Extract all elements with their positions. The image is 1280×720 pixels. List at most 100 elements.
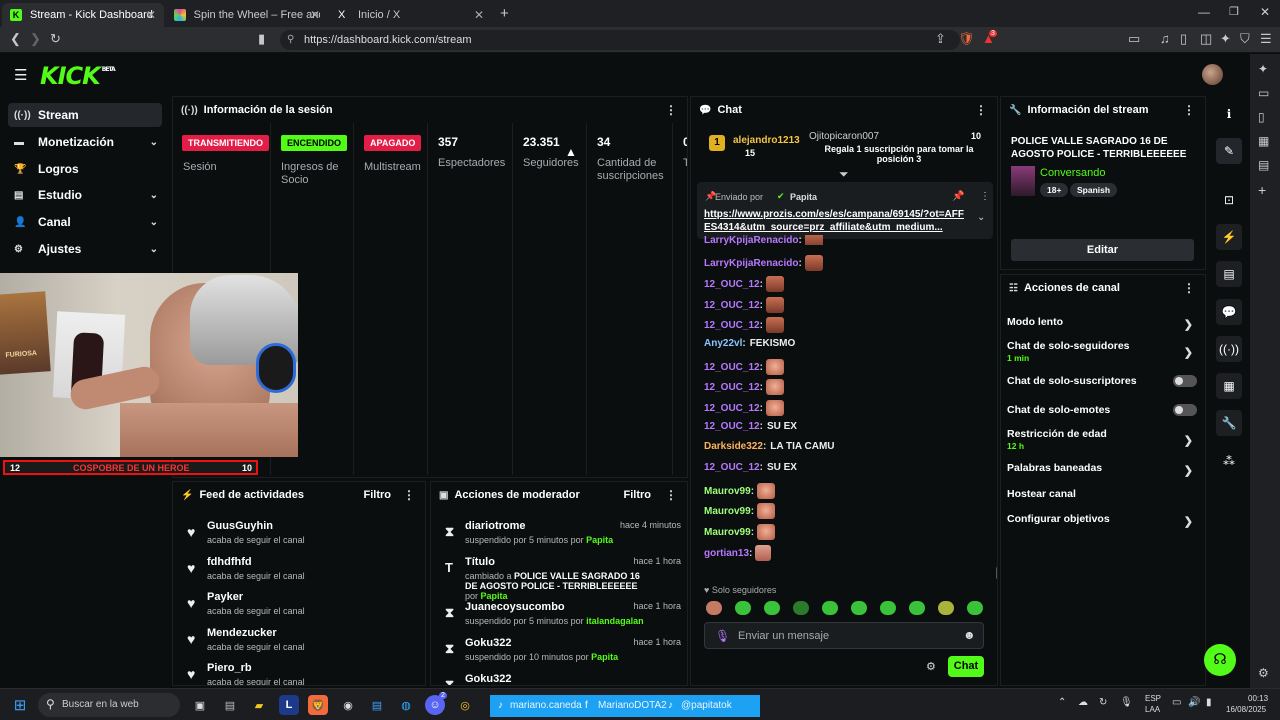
- history-icon[interactable]: ▦: [1258, 134, 1269, 148]
- globe-icon[interactable]: ◍: [396, 695, 416, 715]
- app-icon[interactable]: ▤: [220, 695, 240, 715]
- wallet-icon[interactable]: ◫: [1200, 31, 1212, 47]
- vpn-icon[interactable]: ⛉: [1240, 31, 1250, 47]
- send-chat-button[interactable]: Chat: [948, 656, 984, 677]
- reading-list-icon[interactable]: ▭: [1258, 86, 1269, 100]
- bookmarks-icon[interactable]: ▯: [1258, 110, 1265, 124]
- unpin-icon[interactable]: 📌: [952, 191, 964, 202]
- clock-time[interactable]: 00:13: [1248, 694, 1268, 703]
- more-options-icon[interactable]: ⋮: [403, 488, 415, 502]
- feed-item[interactable]: ♥fdhdfhfdacaba de seguir el canalhace 12…: [183, 554, 425, 590]
- more-options-icon[interactable]: ⋮: [1183, 103, 1195, 117]
- hamburger-menu-icon[interactable]: ☰: [14, 66, 27, 84]
- menu-icon[interactable]: ☰: [1260, 31, 1272, 47]
- channel-action-item[interactable]: Chat de solo-emotes: [1007, 404, 1197, 416]
- sidebar-item-ajustes[interactable]: ⚙ Ajustes ⌄: [8, 237, 162, 261]
- sidebar-item-canal[interactable]: 👤 Canal ⌄: [8, 210, 162, 234]
- focus-icon[interactable]: ⊡: [1216, 187, 1242, 213]
- app-icon[interactable]: ◎: [455, 695, 475, 715]
- mod-tools-icon[interactable]: ▦: [1216, 373, 1242, 399]
- reload-icon[interactable]: ↻: [50, 31, 61, 47]
- emote-icon[interactable]: [851, 601, 867, 615]
- gear-icon[interactable]: ⚙: [1258, 666, 1269, 680]
- keyboard-layout-indicator[interactable]: LAA: [1145, 705, 1160, 714]
- chat-username[interactable]: 12_OUC_12: [704, 382, 760, 393]
- close-window-button[interactable]: ✕: [1260, 5, 1270, 19]
- cloud-icon[interactable]: ☁: [1078, 697, 1088, 708]
- wrench-icon[interactable]: 🔧: [1216, 410, 1242, 436]
- top-gifter-name[interactable]: alejandro1213: [733, 135, 800, 146]
- chat-settings-icon[interactable]: ⚙: [926, 660, 936, 673]
- chat-username[interactable]: Darkside322: [704, 441, 763, 452]
- sidebar-item-estudio[interactable]: ▤ Estudio ⌄: [8, 183, 162, 207]
- mod-target[interactable]: diariotrome: [465, 520, 526, 532]
- emoji-icon[interactable]: ☻: [963, 628, 976, 642]
- broadcast-icon[interactable]: ((·)): [1216, 336, 1242, 362]
- emote-icon[interactable]: [967, 601, 983, 615]
- apps-icon[interactable]: ⁂: [1216, 448, 1242, 474]
- tray-chevron-icon[interactable]: ⌃: [1058, 697, 1066, 708]
- moderator-name[interactable]: Papita: [591, 652, 618, 662]
- chat-username[interactable]: 12_OUC_12: [704, 403, 760, 414]
- cast-icon[interactable]: ▭: [1128, 31, 1140, 47]
- volume-icon[interactable]: 🔊: [1188, 697, 1200, 708]
- feed-item[interactable]: ♥Paykeracaba de seguir el canalhace 21 m…: [183, 589, 425, 625]
- chat-username[interactable]: 12_OUC_12: [704, 362, 760, 373]
- emote-icon[interactable]: [735, 601, 751, 615]
- tab-spin-the-wheel[interactable]: Spin the Wheel – Free and easy-to-u ✕: [166, 3, 328, 27]
- feed-username[interactable]: Mendezucker: [207, 627, 277, 639]
- clock-date[interactable]: 16/08/2025: [1226, 705, 1266, 714]
- kick-logo[interactable]: KICK BETA: [40, 62, 116, 90]
- mod-target[interactable]: Juanecoysucombo: [465, 601, 565, 613]
- feed-item[interactable]: ♥Mendezuckeracaba de seguir el canalhace…: [183, 625, 425, 661]
- filter-button[interactable]: Filtro: [364, 489, 392, 501]
- avatar[interactable]: [1202, 64, 1223, 85]
- close-tab-icon[interactable]: ✕: [310, 8, 320, 22]
- channel-action-item[interactable]: Hostear canal: [1007, 488, 1197, 500]
- chat-username[interactable]: Maurov99: [704, 486, 751, 497]
- filter-button[interactable]: Filtro: [624, 489, 652, 501]
- sync-icon[interactable]: ↻: [1099, 697, 1107, 708]
- minimize-window-button[interactable]: —: [1198, 5, 1210, 19]
- feed-username[interactable]: fdhdfhfd: [207, 556, 252, 568]
- chat-icon[interactable]: 💬: [1216, 299, 1242, 325]
- leo-ai-icon[interactable]: ✦: [1220, 31, 1231, 47]
- emote-icon[interactable]: [793, 601, 809, 615]
- sidebar-icon[interactable]: ▯: [1180, 31, 1187, 47]
- emote-icon[interactable]: [938, 601, 954, 615]
- notepad-icon[interactable]: ▤: [367, 695, 387, 715]
- new-tab-button[interactable]: +: [500, 5, 509, 22]
- chat-username[interactable]: Maurov99: [704, 527, 751, 538]
- notes-icon[interactable]: ▤: [1216, 261, 1242, 287]
- feed-item[interactable]: ♥GuusGuyhinacaba de seguir el canalhace …: [183, 518, 425, 554]
- channel-action-item[interactable]: Palabras baneadas ❯: [1007, 462, 1197, 477]
- support-headset-button[interactable]: ☊: [1204, 644, 1236, 676]
- gifter-name[interactable]: Ojitopicaron007: [809, 131, 879, 142]
- share-icon[interactable]: ⇪: [935, 31, 946, 47]
- notes-icon[interactable]: ▤: [1258, 158, 1269, 172]
- pinned-link[interactable]: https://www.prozis.com/es/es/campana/691…: [704, 208, 966, 234]
- chat-username[interactable]: Maurov99: [704, 506, 751, 517]
- chat-username[interactable]: 12_OUC_12: [704, 462, 760, 473]
- emote-icon[interactable]: [880, 601, 896, 615]
- music-icon[interactable]: ♫: [1160, 31, 1170, 46]
- edit-button[interactable]: Editar: [1011, 239, 1194, 261]
- tab-inicio-x[interactable]: X Inicio / X ✕: [330, 3, 492, 27]
- lightning-icon[interactable]: ⚡: [1216, 224, 1242, 250]
- channel-action-item[interactable]: Configurar objetivos ❯: [1007, 513, 1197, 528]
- maximize-window-button[interactable]: ❐: [1229, 5, 1239, 18]
- brave-shield-icon[interactable]: 🛡: [958, 31, 975, 47]
- forward-icon[interactable]: ❯: [30, 31, 41, 47]
- mod-target[interactable]: Título: [465, 556, 495, 568]
- channel-action-item[interactable]: Chat de solo-suscriptores: [1007, 375, 1197, 387]
- tab-kick-dashboard[interactable]: K Stream - Kick Dashboard ✕: [2, 3, 164, 27]
- feed-item[interactable]: ♥Piero_rbacaba de seguir el canalhace 1 …: [183, 660, 425, 685]
- moderator-name[interactable]: italandagalan: [586, 616, 644, 626]
- chat-username[interactable]: Any22vl: [704, 338, 742, 349]
- emote-icon[interactable]: [764, 601, 780, 615]
- language-indicator[interactable]: ESP: [1145, 694, 1161, 703]
- channel-action-item[interactable]: Chat de solo-seguidores 1 min ❯: [1007, 340, 1197, 363]
- leo-icon[interactable]: ✦: [1258, 62, 1268, 76]
- chat-username[interactable]: 12_OUC_12: [704, 300, 760, 311]
- more-options-icon[interactable]: ⋮: [975, 103, 987, 117]
